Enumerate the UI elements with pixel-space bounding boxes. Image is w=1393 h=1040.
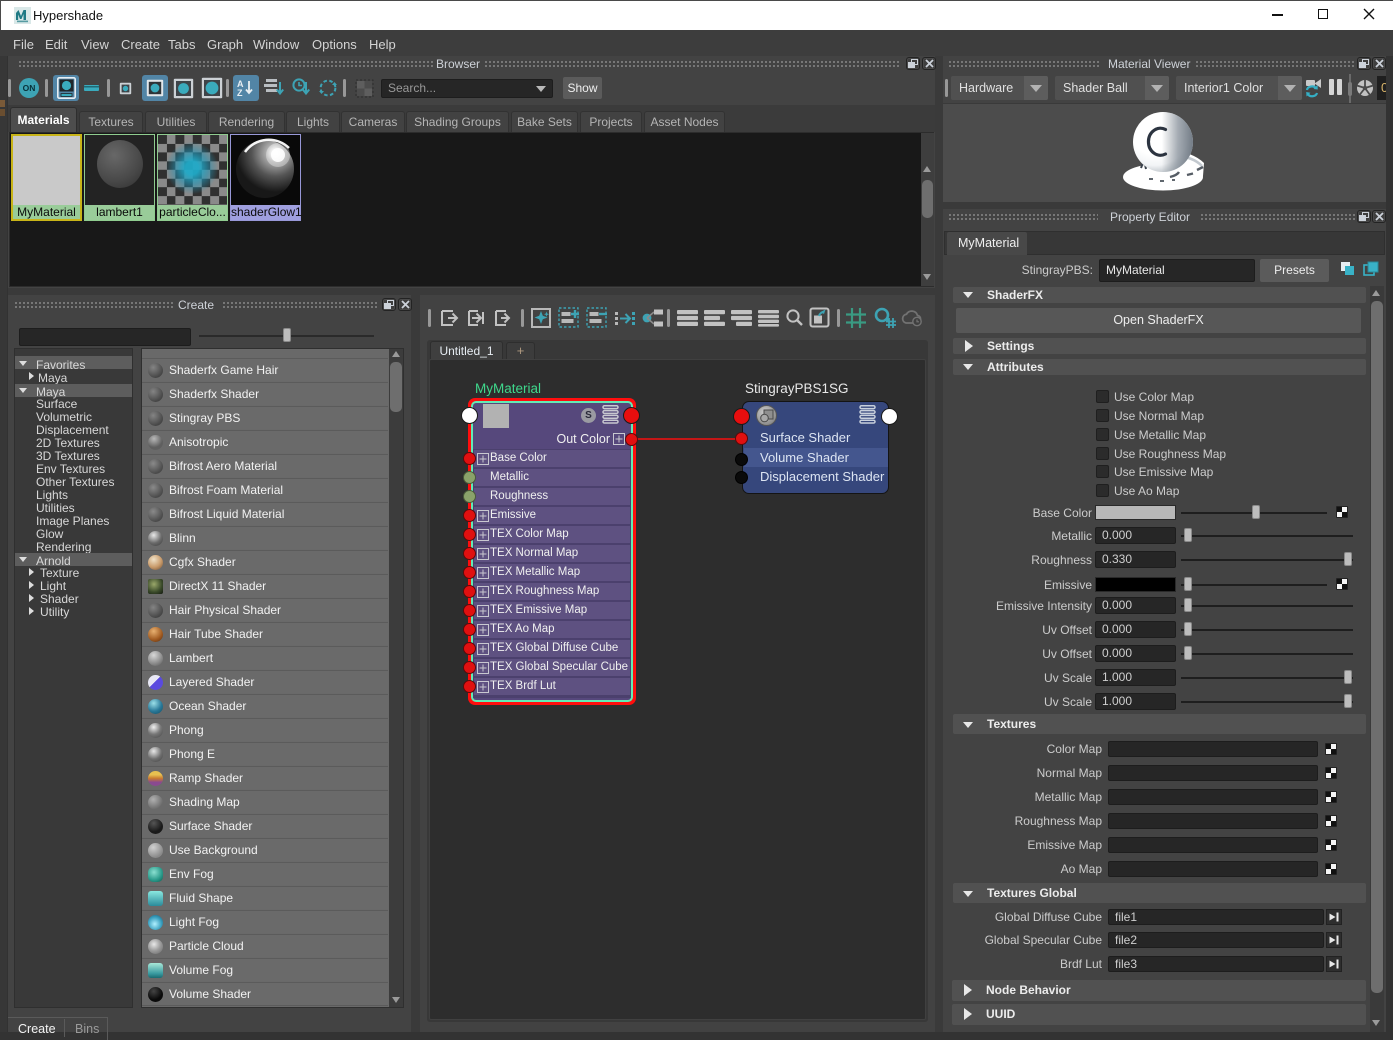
svg-text:Z: Z	[237, 88, 243, 98]
